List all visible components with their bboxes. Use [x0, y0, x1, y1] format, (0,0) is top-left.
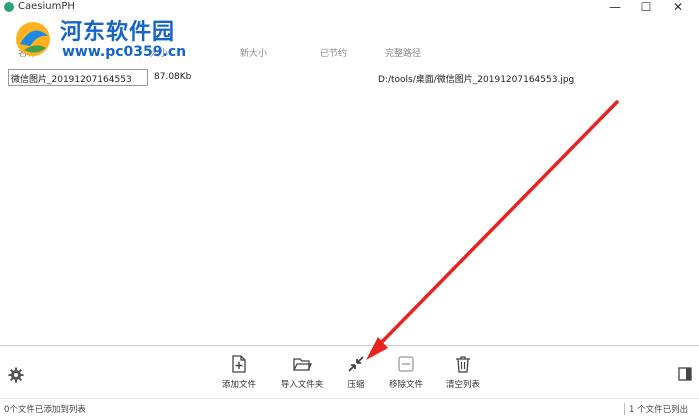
- file-path-cell: D:/tools/桌面/微信图片_20191207164553.jpg: [378, 75, 575, 85]
- toolbar-divider: [0, 345, 699, 346]
- remove-icon: [398, 356, 414, 372]
- list-header: 名称 大小 新大小 已节约 完整路径: [0, 42, 699, 64]
- file-size-cell: 87.08Kb: [154, 72, 192, 82]
- import-folder-button[interactable]: 导入文件夹: [272, 354, 332, 394]
- maximize-button[interactable]: ☐: [632, 0, 660, 16]
- app-window: CaesiumPH — ☐ ✕ 名称 大小 新大小 已节约 完整路径 微信图片_…: [0, 0, 699, 417]
- column-header-size[interactable]: 大小: [150, 46, 168, 59]
- title-bar: CaesiumPH — ☐ ✕: [0, 0, 699, 16]
- file-list[interactable]: 微信图片_20191207164553 87.08Kb D:/tools/桌面/…: [0, 66, 699, 346]
- minimize-button[interactable]: —: [601, 0, 629, 16]
- table-row[interactable]: 微信图片_20191207164553 87.08Kb D:/tools/桌面/…: [0, 68, 699, 88]
- status-bar: 0个文件已添加到列表 1 个文件已列出: [0, 398, 699, 417]
- close-button[interactable]: ✕: [664, 0, 692, 16]
- window-title: CaesiumPH: [18, 1, 75, 12]
- file-name-cell[interactable]: 微信图片_20191207164553: [8, 69, 148, 86]
- trash-icon: [456, 356, 470, 373]
- side-panel-icon[interactable]: [678, 367, 692, 381]
- column-header-saved[interactable]: 已节约: [320, 46, 347, 59]
- column-header-name[interactable]: 名称: [18, 46, 36, 59]
- add-file-label: 添加文件: [221, 380, 256, 390]
- remove-file-label: 移除文件: [388, 380, 423, 390]
- app-logo-icon: [4, 2, 14, 12]
- clear-list-label: 清空列表: [445, 380, 480, 390]
- add-file-icon: [232, 355, 246, 373]
- status-text-right: 1 个文件已列出: [624, 403, 688, 415]
- status-text-left: 0个文件已添加到列表: [4, 405, 86, 415]
- import-folder-label: 导入文件夹: [280, 380, 324, 390]
- column-header-new-size[interactable]: 新大小: [240, 46, 267, 59]
- column-header-full-path[interactable]: 完整路径: [385, 46, 421, 59]
- compress-arrows-icon: [348, 356, 364, 372]
- remove-file-button[interactable]: 移除文件: [376, 354, 436, 394]
- clear-list-button[interactable]: 清空列表: [433, 354, 493, 394]
- folder-open-icon: [293, 358, 312, 371]
- bottom-toolbar: 添加文件 导入文件夹 压缩 移除文件 清空列表: [0, 350, 699, 396]
- add-file-button[interactable]: 添加文件: [209, 354, 269, 394]
